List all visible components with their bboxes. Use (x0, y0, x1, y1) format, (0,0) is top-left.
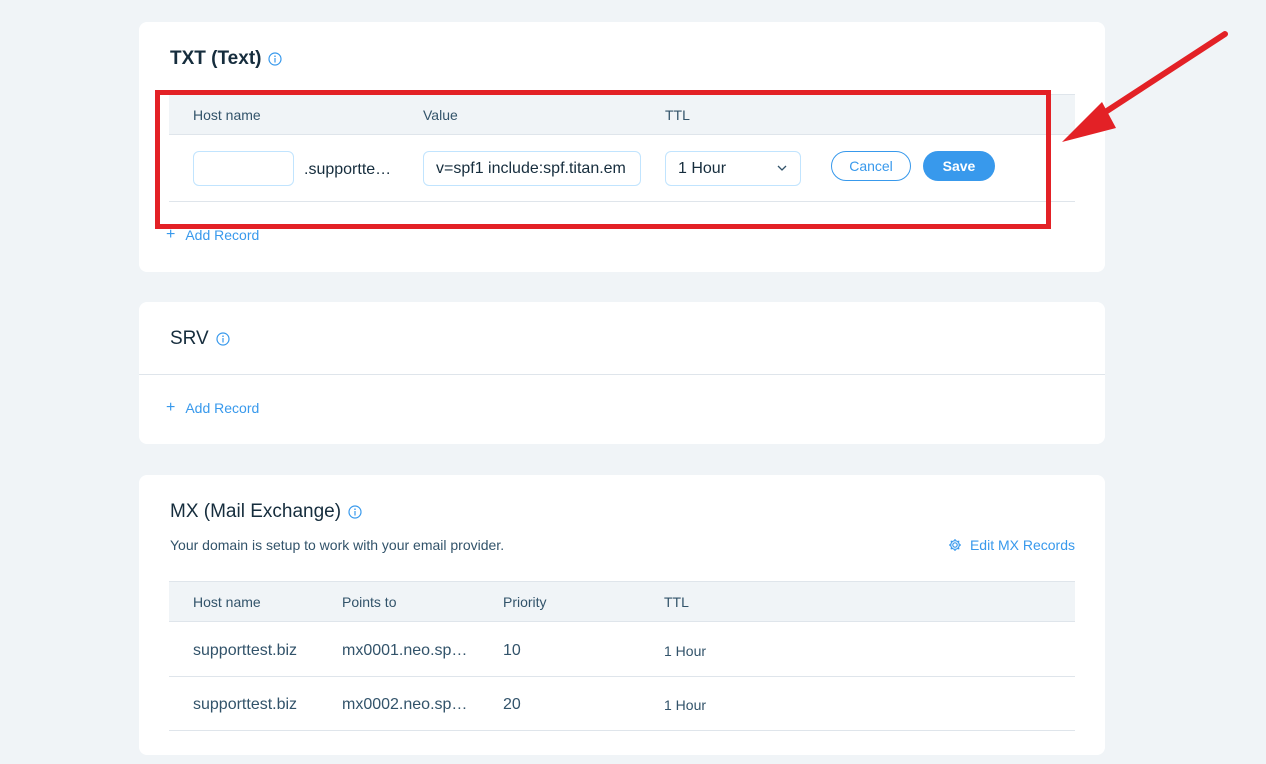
row-priority: 10 (503, 642, 521, 659)
column-header-ttl: TTL (664, 594, 689, 610)
column-header-ttl: TTL (665, 107, 690, 123)
srv-record-card: SRV + Add Record (139, 302, 1105, 444)
column-header-points-to: Points to (342, 594, 397, 610)
txt-title-text: TXT (Text) (170, 48, 262, 69)
row-host: supporttest.biz (193, 642, 298, 659)
save-button[interactable]: Save (923, 151, 995, 181)
plus-icon: + (166, 226, 176, 243)
txt-add-record-button[interactable]: + Add Record (166, 226, 260, 244)
mx-title-text: MX (Mail Exchange) (170, 501, 342, 522)
srv-title-text: SRV (170, 328, 209, 349)
host-name-input[interactable] (193, 151, 294, 186)
host-name-domain-suffix: .supportte… (304, 161, 392, 178)
column-header-value: Value (423, 107, 458, 123)
chevron-down-icon (777, 165, 787, 171)
add-record-label: Add Record (185, 400, 260, 416)
txt-record-card: TXT (Text) Host name Value TTL .supportt… (139, 22, 1105, 272)
mx-description: Your domain is setup to work with your e… (170, 537, 505, 553)
txt-value-input[interactable]: v=spf1 include:spf.titan.em (423, 151, 641, 186)
info-icon[interactable] (216, 332, 230, 346)
row-divider (169, 730, 1075, 731)
row-divider (169, 201, 1075, 202)
mx-record-card: MX (Mail Exchange) Your domain is setup … (139, 475, 1105, 755)
column-header-priority: Priority (503, 594, 547, 610)
add-record-label: Add Record (185, 227, 260, 243)
info-icon[interactable] (268, 52, 283, 66)
srv-divider (139, 374, 1105, 375)
row-priority: 20 (503, 696, 521, 713)
row-divider (169, 676, 1075, 677)
txt-table-header: Host name Value TTL (169, 94, 1075, 135)
gear-icon (948, 539, 961, 551)
txt-card-title: TXT (Text) (170, 48, 283, 70)
row-ttl: 1 Hour (664, 697, 707, 713)
ttl-select[interactable]: 1 Hour (665, 151, 801, 186)
row-points-to: mx0002.neo.sp… (342, 696, 468, 713)
edit-mx-records-link[interactable]: Edit MX Records (948, 537, 1075, 553)
mx-card-title: MX (Mail Exchange) (170, 501, 362, 523)
row-points-to: mx0001.neo.sp… (342, 642, 468, 659)
row-ttl: 1 Hour (664, 643, 707, 659)
annotation-arrow-icon (1062, 31, 1228, 142)
info-icon[interactable] (348, 505, 362, 519)
plus-icon: + (166, 399, 176, 416)
mx-table-header: Host name Points to Priority TTL (169, 581, 1075, 622)
ttl-selected-value: 1 Hour (678, 160, 727, 177)
column-header-host-name: Host name (193, 107, 261, 123)
column-header-host-name: Host name (193, 594, 261, 610)
srv-card-title: SRV (170, 328, 230, 350)
cancel-button[interactable]: Cancel (831, 151, 911, 181)
srv-add-record-button[interactable]: + Add Record (166, 399, 260, 417)
edit-mx-label: Edit MX Records (969, 537, 1075, 553)
row-host: supporttest.biz (193, 696, 298, 713)
